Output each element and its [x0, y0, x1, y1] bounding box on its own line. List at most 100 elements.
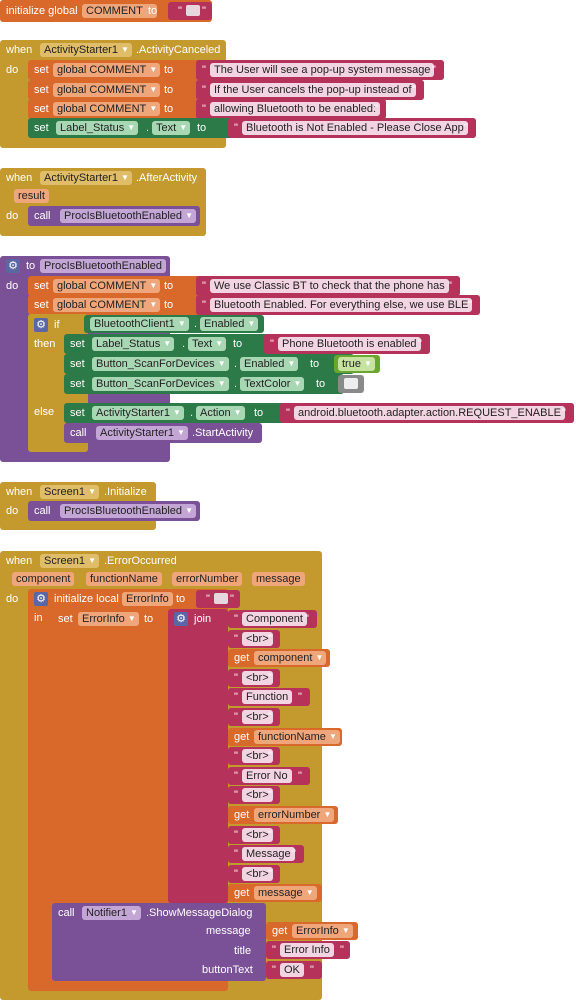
set-local-block[interactable]: set ErrorInfo ▼ to: [52, 609, 174, 903]
text-value[interactable]: Bluetooth Enabled. For everything else, …: [210, 298, 473, 312]
global-var-dropdown[interactable]: global COMMENT ▼: [53, 279, 161, 293]
property-dropdown[interactable]: Enabled ▼: [200, 317, 259, 331]
bluetooth-enabled-getter[interactable]: BluetoothClient1 ▼ . Enabled ▼: [84, 315, 264, 333]
param-message[interactable]: message: [252, 572, 305, 586]
procedure-dropdown[interactable]: ProcIsBluetoothEnabled ▼: [60, 209, 197, 223]
component-dropdown[interactable]: Label_Status ▼: [92, 337, 175, 351]
global-var-dropdown[interactable]: global COMMENT ▼: [53, 298, 161, 312]
join-text-block[interactable]: " <br> ": [228, 826, 280, 844]
param-function-name[interactable]: functionName: [86, 572, 162, 586]
text-value[interactable]: Function: [242, 690, 293, 704]
procedure-dropdown[interactable]: ProcIsBluetoothEnabled ▼: [60, 504, 197, 518]
true-block[interactable]: true ▼: [334, 355, 380, 373]
color-block[interactable]: [338, 375, 364, 393]
gear-icon[interactable]: ⚙: [34, 318, 48, 332]
join-text-block[interactable]: " <br> ": [228, 747, 280, 765]
procedure-name-field[interactable]: ProcIsBluetoothEnabled: [40, 259, 167, 273]
set-label-status-block[interactable]: set Label_Status ▼ . Text ▼ to " Bluetooth…: [28, 118, 476, 138]
component-dropdown[interactable]: Notifier1 ▼: [82, 906, 141, 920]
component-dropdown[interactable]: Screen1 ▼: [40, 485, 99, 499]
set-global-block-2[interactable]: set global COMMENT ▼ to " If the User can…: [28, 80, 424, 100]
text-value[interactable]: We use Classic BT to check that the phon…: [210, 279, 449, 293]
title-text-block[interactable]: " Error Info ": [266, 941, 350, 959]
get-param-block[interactable]: get functionName ▼: [228, 728, 342, 746]
call-proc-block-2[interactable]: call ProcIsBluetoothEnabled ▼: [28, 501, 200, 521]
join-text-block[interactable]: " <br> ": [228, 786, 280, 804]
empty-text-field[interactable]: [214, 593, 228, 604]
join-text-block[interactable]: " <br> ": [228, 669, 280, 687]
call-start-activity-block[interactable]: call ActivityStarter1 ▼ .StartActivity: [64, 423, 262, 443]
gear-icon[interactable]: ⚙: [174, 612, 188, 626]
empty-text-block[interactable]: " ": [168, 2, 212, 20]
text-value[interactable]: android.bluetooth.adapter.action.REQUEST…: [294, 406, 565, 420]
set-global-block-3[interactable]: set global COMMENT ▼ to " allowing Blueto…: [28, 99, 386, 119]
button-text-block[interactable]: " OK ": [266, 961, 322, 979]
param-dropdown[interactable]: component ▼: [254, 651, 327, 665]
text-value[interactable]: Component: [242, 612, 307, 626]
join-text-block[interactable]: " Function ": [228, 688, 310, 706]
local-var-name-field[interactable]: ErrorInfo: [122, 592, 173, 606]
text-block[interactable]: " Bluetooth is Not Enabled - Please Clos…: [228, 118, 476, 138]
set-global-block-4[interactable]: set global COMMENT ▼ to " We use Classic …: [28, 276, 460, 296]
true-dropdown[interactable]: true ▼: [338, 357, 375, 371]
local-var-dropdown[interactable]: ErrorInfo ▼: [292, 924, 353, 938]
color-swatch[interactable]: [344, 378, 358, 389]
get-param-block[interactable]: get component ▼: [228, 649, 330, 667]
component-dropdown[interactable]: Button_ScanForDevices ▼: [92, 377, 229, 391]
local-var-dropdown[interactable]: ErrorInfo ▼: [78, 612, 139, 626]
text-value[interactable]: Error No: [242, 769, 292, 783]
component-dropdown[interactable]: BluetoothClient1 ▼: [90, 317, 189, 331]
property-dropdown[interactable]: Action ▼: [196, 406, 245, 420]
param-result[interactable]: result: [14, 189, 49, 203]
join-text-block[interactable]: " Message ": [228, 845, 304, 863]
text-value[interactable]: Message: [242, 847, 295, 861]
get-param-block[interactable]: get errorNumber ▼: [228, 806, 338, 824]
gear-icon[interactable]: ⚙: [34, 592, 48, 606]
param-dropdown[interactable]: message ▼: [254, 886, 317, 900]
property-dropdown[interactable]: TextColor ▼: [240, 377, 305, 391]
component-dropdown[interactable]: ActivityStarter1 ▼: [40, 43, 132, 57]
property-dropdown[interactable]: Text ▼: [188, 337, 227, 351]
init-global-block[interactable]: initialize global COMMENT to " ": [0, 0, 212, 22]
component-dropdown[interactable]: ActivityStarter1 ▼: [96, 426, 188, 440]
join-text-block[interactable]: " Error No ": [228, 767, 310, 785]
component-dropdown[interactable]: Label_Status ▼: [56, 121, 139, 135]
component-dropdown[interactable]: ActivityStarter1 ▼: [40, 171, 132, 185]
param-component[interactable]: component: [12, 572, 75, 586]
param-dropdown[interactable]: errorNumber ▼: [254, 808, 335, 822]
empty-text-field[interactable]: [186, 5, 200, 16]
text-value[interactable]: Error Info: [280, 943, 334, 957]
get-local-block[interactable]: get ErrorInfo ▼: [266, 922, 358, 940]
global-var-dropdown[interactable]: global COMMENT ▼: [53, 83, 161, 97]
text-block[interactable]: " allowing Bluetooth to be enabled: ": [196, 99, 386, 119]
global-var-name-field[interactable]: COMMENT: [82, 4, 157, 18]
text-block[interactable]: " Bluetooth Enabled. For everything else…: [196, 295, 480, 315]
text-value[interactable]: The User will see a pop-up system messag…: [210, 63, 435, 77]
component-dropdown[interactable]: Button_ScanForDevices ▼: [92, 357, 229, 371]
text-value[interactable]: allowing Bluetooth to be enabled:: [210, 102, 381, 116]
global-var-dropdown[interactable]: global COMMENT ▼: [53, 63, 161, 77]
join-text-block[interactable]: " <br> ": [228, 708, 280, 726]
set-activity-action-block[interactable]: set ActivityStarter1 ▼ . Action ▼ to " and…: [64, 403, 574, 423]
join-text-block[interactable]: " Component ": [228, 610, 317, 628]
property-dropdown[interactable]: Text ▼: [152, 121, 191, 135]
text-value[interactable]: If the User cancels the pop-up instead o…: [210, 83, 416, 97]
set-label-status-block-2[interactable]: set Label_Status ▼ . Text ▼ to " Phone Blu…: [64, 334, 430, 354]
set-scan-enabled-block[interactable]: set Button_ScanForDevices ▼ . Enabled ▼ to: [64, 354, 354, 374]
call-notifier-block[interactable]: call Notifier1 ▼ .ShowMessageDialog messa…: [52, 903, 266, 981]
join-text-block[interactable]: " <br> ": [228, 865, 280, 883]
text-block[interactable]: " We use Classic BT to check that the ph…: [196, 276, 460, 296]
get-param-block[interactable]: get message ▼: [228, 884, 322, 902]
text-value[interactable]: OK: [280, 963, 304, 977]
component-dropdown[interactable]: Screen1 ▼: [40, 554, 99, 568]
text-block[interactable]: " Phone Bluetooth is enabled ": [264, 334, 430, 354]
text-value[interactable]: Phone Bluetooth is enabled: [278, 337, 421, 351]
set-global-block-5[interactable]: set global COMMENT ▼ to " Bluetooth Enabl…: [28, 295, 480, 315]
set-global-block-1[interactable]: set global COMMENT ▼ to " The User will s…: [28, 60, 444, 80]
join-block[interactable]: ⚙ join: [168, 609, 228, 903]
text-block[interactable]: " If the User cancels the pop-up instead…: [196, 80, 424, 100]
text-value[interactable]: Bluetooth is Not Enabled - Please Close …: [242, 121, 468, 135]
empty-text-block-2[interactable]: " ": [196, 590, 240, 608]
call-proc-block[interactable]: call ProcIsBluetoothEnabled ▼: [28, 206, 200, 226]
join-text-block[interactable]: " <br> ": [228, 630, 280, 648]
